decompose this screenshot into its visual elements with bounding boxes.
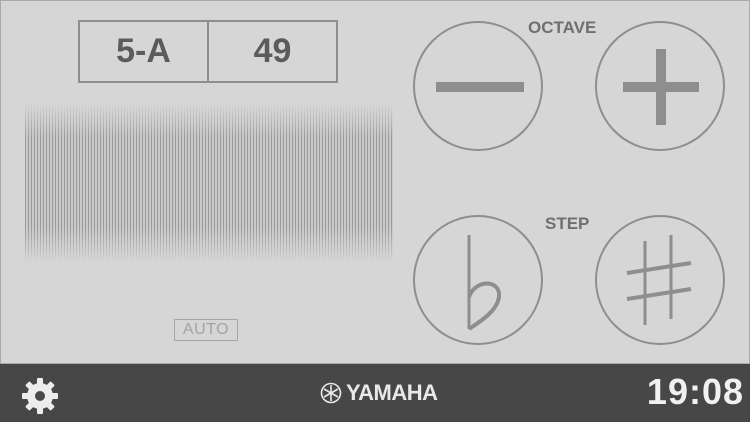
bottom-bar: YAMAHA 19:08 — [0, 364, 750, 422]
note-readout: 5-A 49 — [78, 20, 338, 83]
flat-icon — [467, 235, 501, 331]
clock: 19:08 — [646, 371, 744, 412]
gear-icon — [22, 378, 58, 414]
step-sharp-button[interactable] — [595, 215, 725, 345]
tuning-meter — [25, 103, 393, 263]
plus-icon — [623, 49, 699, 125]
auto-mode-badge[interactable]: AUTO — [174, 319, 238, 341]
octave-down-button[interactable] — [413, 21, 543, 151]
brand-name: YAMAHA — [346, 380, 438, 405]
tuner-panel: 5-A 49 AUTO OCTAVE STEP — [0, 0, 750, 364]
yamaha-emblem-icon — [320, 382, 342, 404]
minus-icon — [436, 82, 524, 92]
brand-logo: YAMAHA — [320, 380, 438, 406]
note-name: 5-A — [116, 32, 171, 70]
sharp-icon — [626, 235, 692, 325]
note-number: 49 — [207, 22, 336, 81]
settings-button[interactable] — [20, 376, 60, 416]
octave-up-button[interactable] — [595, 21, 725, 151]
step-label: STEP — [545, 214, 590, 233]
step-flat-button[interactable] — [413, 215, 543, 345]
